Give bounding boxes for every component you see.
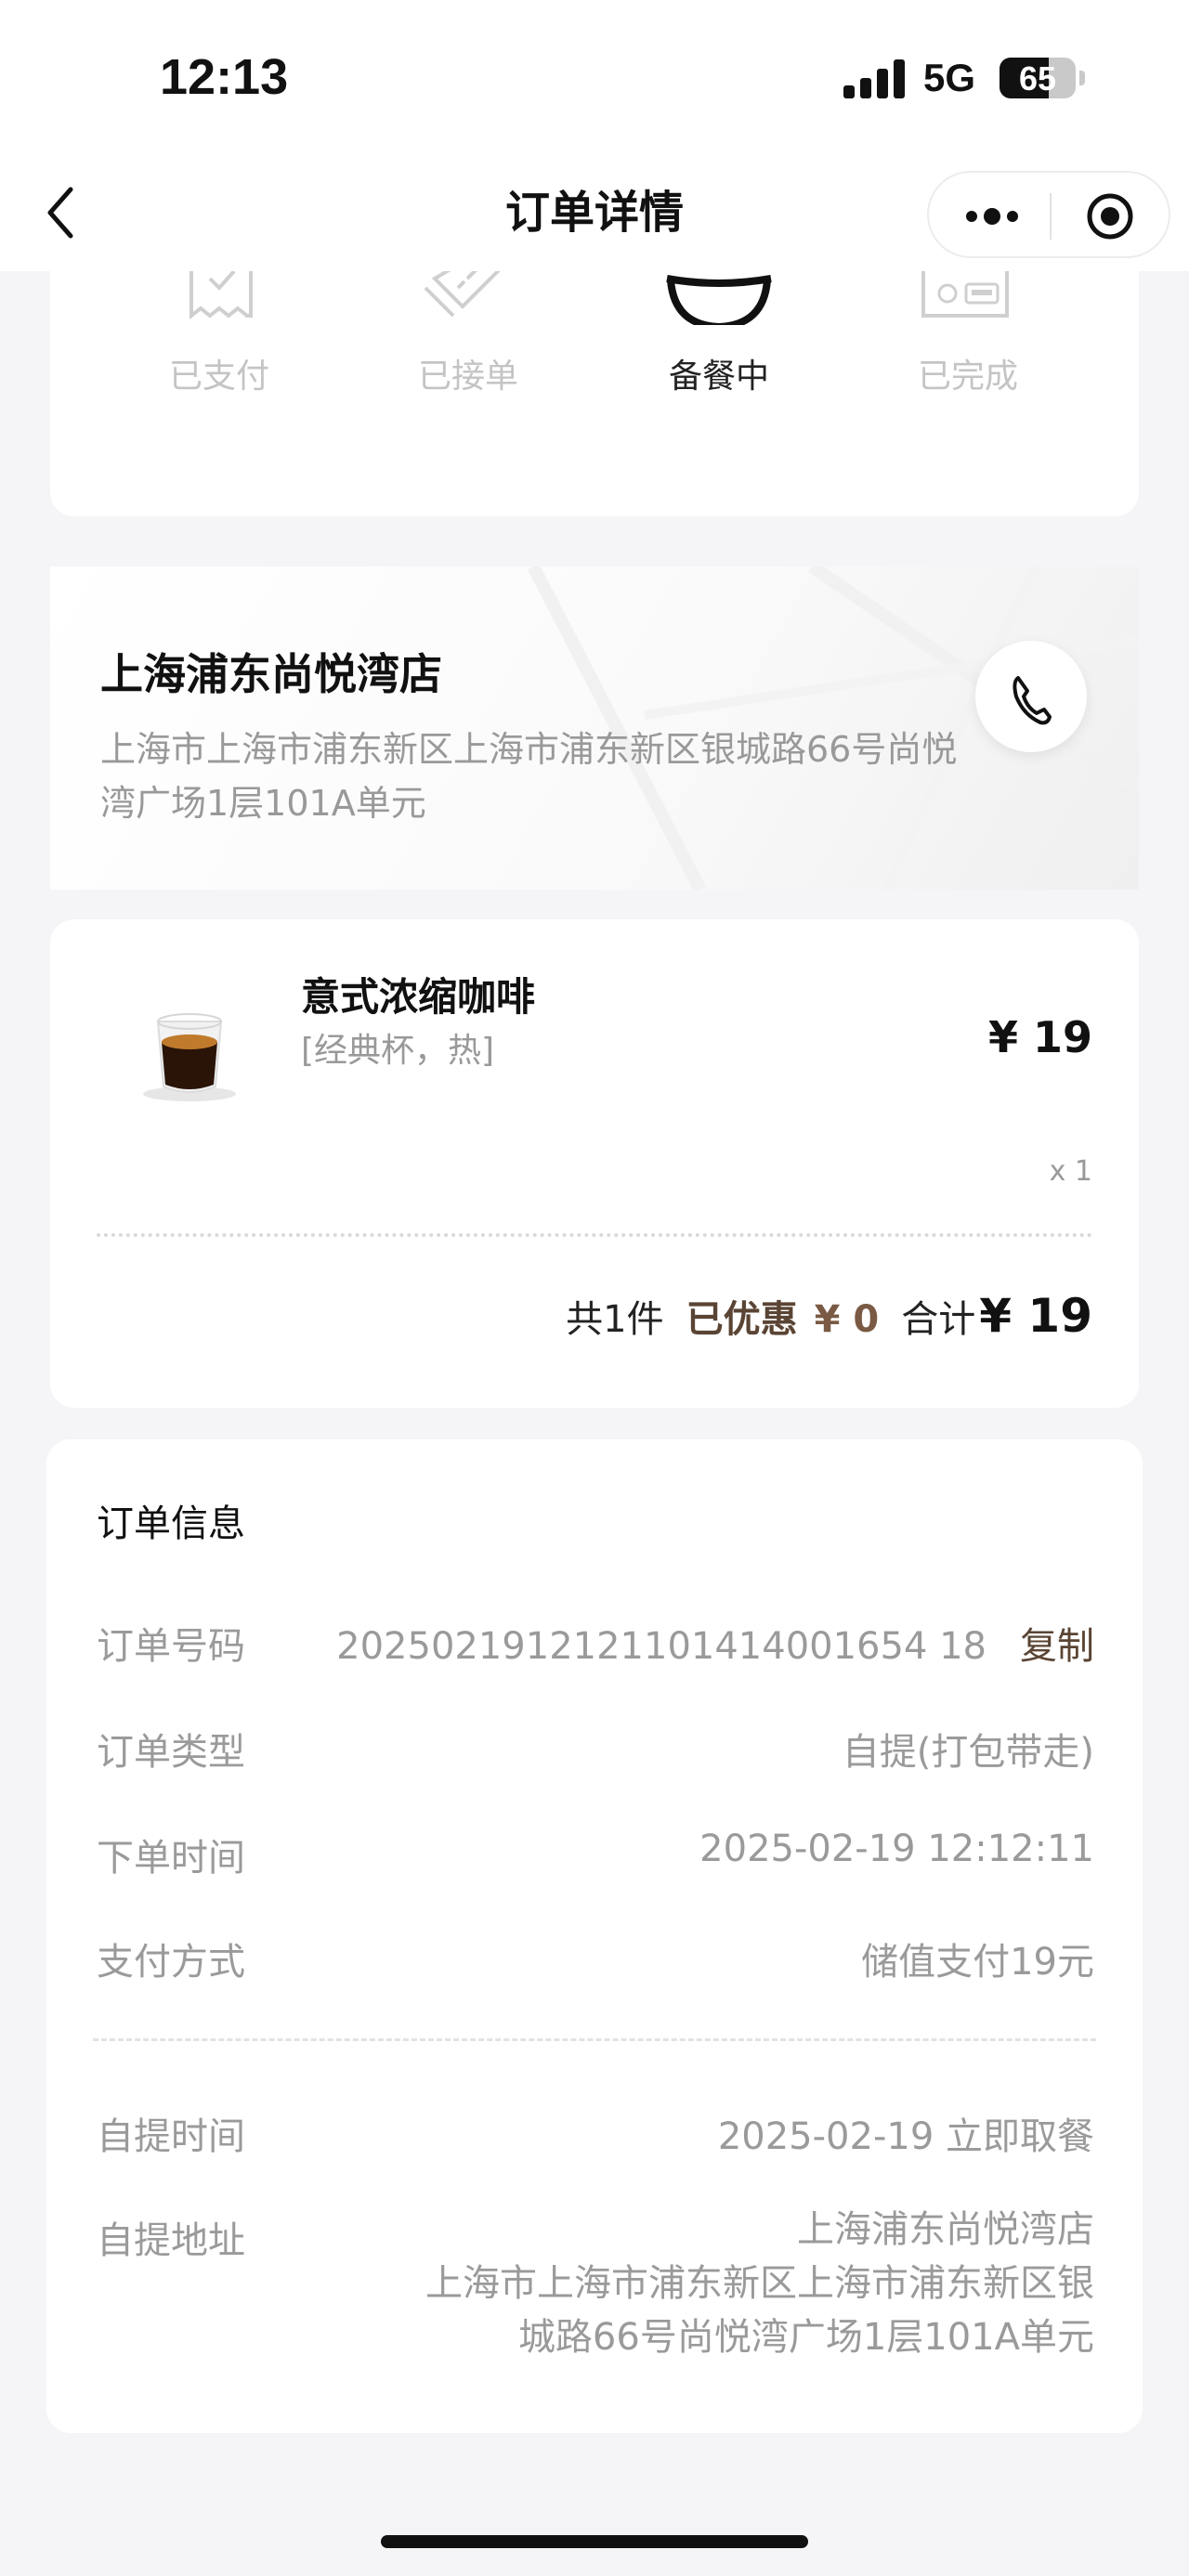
item-count: 共1件 xyxy=(566,1298,664,1341)
battery-percent: 65 xyxy=(1018,59,1057,98)
pickup-address-line: 上海浦东尚悦湾店 xyxy=(797,2208,1094,2251)
pickup-time-value: 2025-02-19 立即取餐 xyxy=(717,2115,1094,2158)
status-time: 12:13 xyxy=(160,49,289,105)
order-number-label: 订单号码 xyxy=(97,1625,245,1668)
step-label: 已支付 xyxy=(168,358,269,396)
nav-bar: 订单详情 xyxy=(0,158,1189,271)
payment-value: 储值支付19元 xyxy=(861,1941,1094,1984)
item-name: 意式浓缩咖啡 xyxy=(301,974,536,1020)
pickup-time-label: 自提时间 xyxy=(97,2115,245,2158)
store-address: 上海市上海市浦东新区上海市浦东新区银城路66号尚悦 湾广场1层101A单元 xyxy=(100,722,1029,830)
network-label: 5G xyxy=(923,56,976,99)
step-accepted: 已接单 xyxy=(375,349,561,397)
divider xyxy=(97,1233,1092,1237)
mini-program-capsule xyxy=(927,171,1170,258)
step-label: 已接单 xyxy=(417,358,518,396)
order-info-card: 订单信息 订单号码 2025021912121101414001654 18 复制… xyxy=(46,1439,1143,2433)
order-items-card: 意式浓缩咖啡 [经典杯，热] ¥ 19 x 1 共1件 已优惠 ¥ 0 合计¥ 19 xyxy=(50,919,1139,1408)
more-icon[interactable] xyxy=(964,201,1020,232)
total-label: 合计 xyxy=(901,1298,976,1341)
espresso-image xyxy=(143,1013,236,1101)
call-store-button[interactable] xyxy=(975,641,1087,752)
payment-label: 支付方式 xyxy=(97,1941,245,1984)
store-address-line: 上海市上海市浦东新区上海市浦东新区银城路66号尚悦 xyxy=(100,729,958,770)
total-value: ¥ 19 xyxy=(979,1289,1092,1343)
discount-label: 已优惠 xyxy=(686,1298,798,1341)
battery-icon: 65 xyxy=(1000,58,1076,98)
divider xyxy=(93,2038,1096,2041)
step-label: 已完成 xyxy=(917,358,1018,396)
target-icon[interactable] xyxy=(1085,191,1135,241)
step-label: 备餐中 xyxy=(668,358,769,396)
order-time-value: 2025-02-19 12:12:11 xyxy=(699,1828,1094,1870)
home-indicator xyxy=(381,2535,808,2548)
pickup-address-value: 上海浦东尚悦湾店 上海市上海市浦东新区上海市浦东新区银 城路66号尚悦湾广场1层… xyxy=(425,2203,1094,2364)
copy-button[interactable]: 复制 xyxy=(1020,1625,1094,1668)
order-number-value-group: 2025021912121101414001654 18 复制 xyxy=(336,1616,1094,1670)
discount-value: ¥ 0 xyxy=(814,1298,880,1341)
order-type-label: 订单类型 xyxy=(97,1731,245,1774)
store-address-line: 湾广场1层101A单元 xyxy=(100,783,426,824)
pickup-address-label: 自提地址 xyxy=(97,2219,245,2262)
item-price: ¥ 19 xyxy=(987,1012,1092,1062)
step-preparing: 备餐中 xyxy=(626,349,812,397)
item-quantity: x 1 xyxy=(1049,1155,1092,1188)
signal-icon xyxy=(843,59,905,98)
pickup-address-line: 上海市上海市浦东新区上海市浦东新区银 xyxy=(425,2262,1094,2305)
order-info-title: 订单信息 xyxy=(97,1503,245,1545)
step-completed: 已完成 xyxy=(875,349,1061,397)
status-bar: 12:13 5G 65 xyxy=(0,0,1189,158)
order-number-value: 2025021912121101414001654 18 xyxy=(336,1625,986,1668)
order-time-label: 下单时间 xyxy=(97,1837,245,1880)
battery-tip xyxy=(1079,71,1085,85)
phone-icon xyxy=(1013,676,1052,725)
store-card: 上海浦东尚悦湾店 上海市上海市浦东新区上海市浦东新区银城路66号尚悦 湾广场1层… xyxy=(50,566,1139,890)
pickup-address-line: 城路66号尚悦湾广场1层101A单元 xyxy=(517,2316,1094,2359)
order-summary: 共1件 已优惠 ¥ 0 合计¥ 19 xyxy=(566,1289,1092,1343)
store-name: 上海浦东尚悦湾店 xyxy=(100,649,442,699)
order-type-value: 自提(打包带走) xyxy=(842,1731,1094,1774)
step-paid: 已支付 xyxy=(126,349,312,397)
capsule-divider xyxy=(1050,193,1052,240)
item-spec: [经典杯，热] xyxy=(301,1032,495,1070)
